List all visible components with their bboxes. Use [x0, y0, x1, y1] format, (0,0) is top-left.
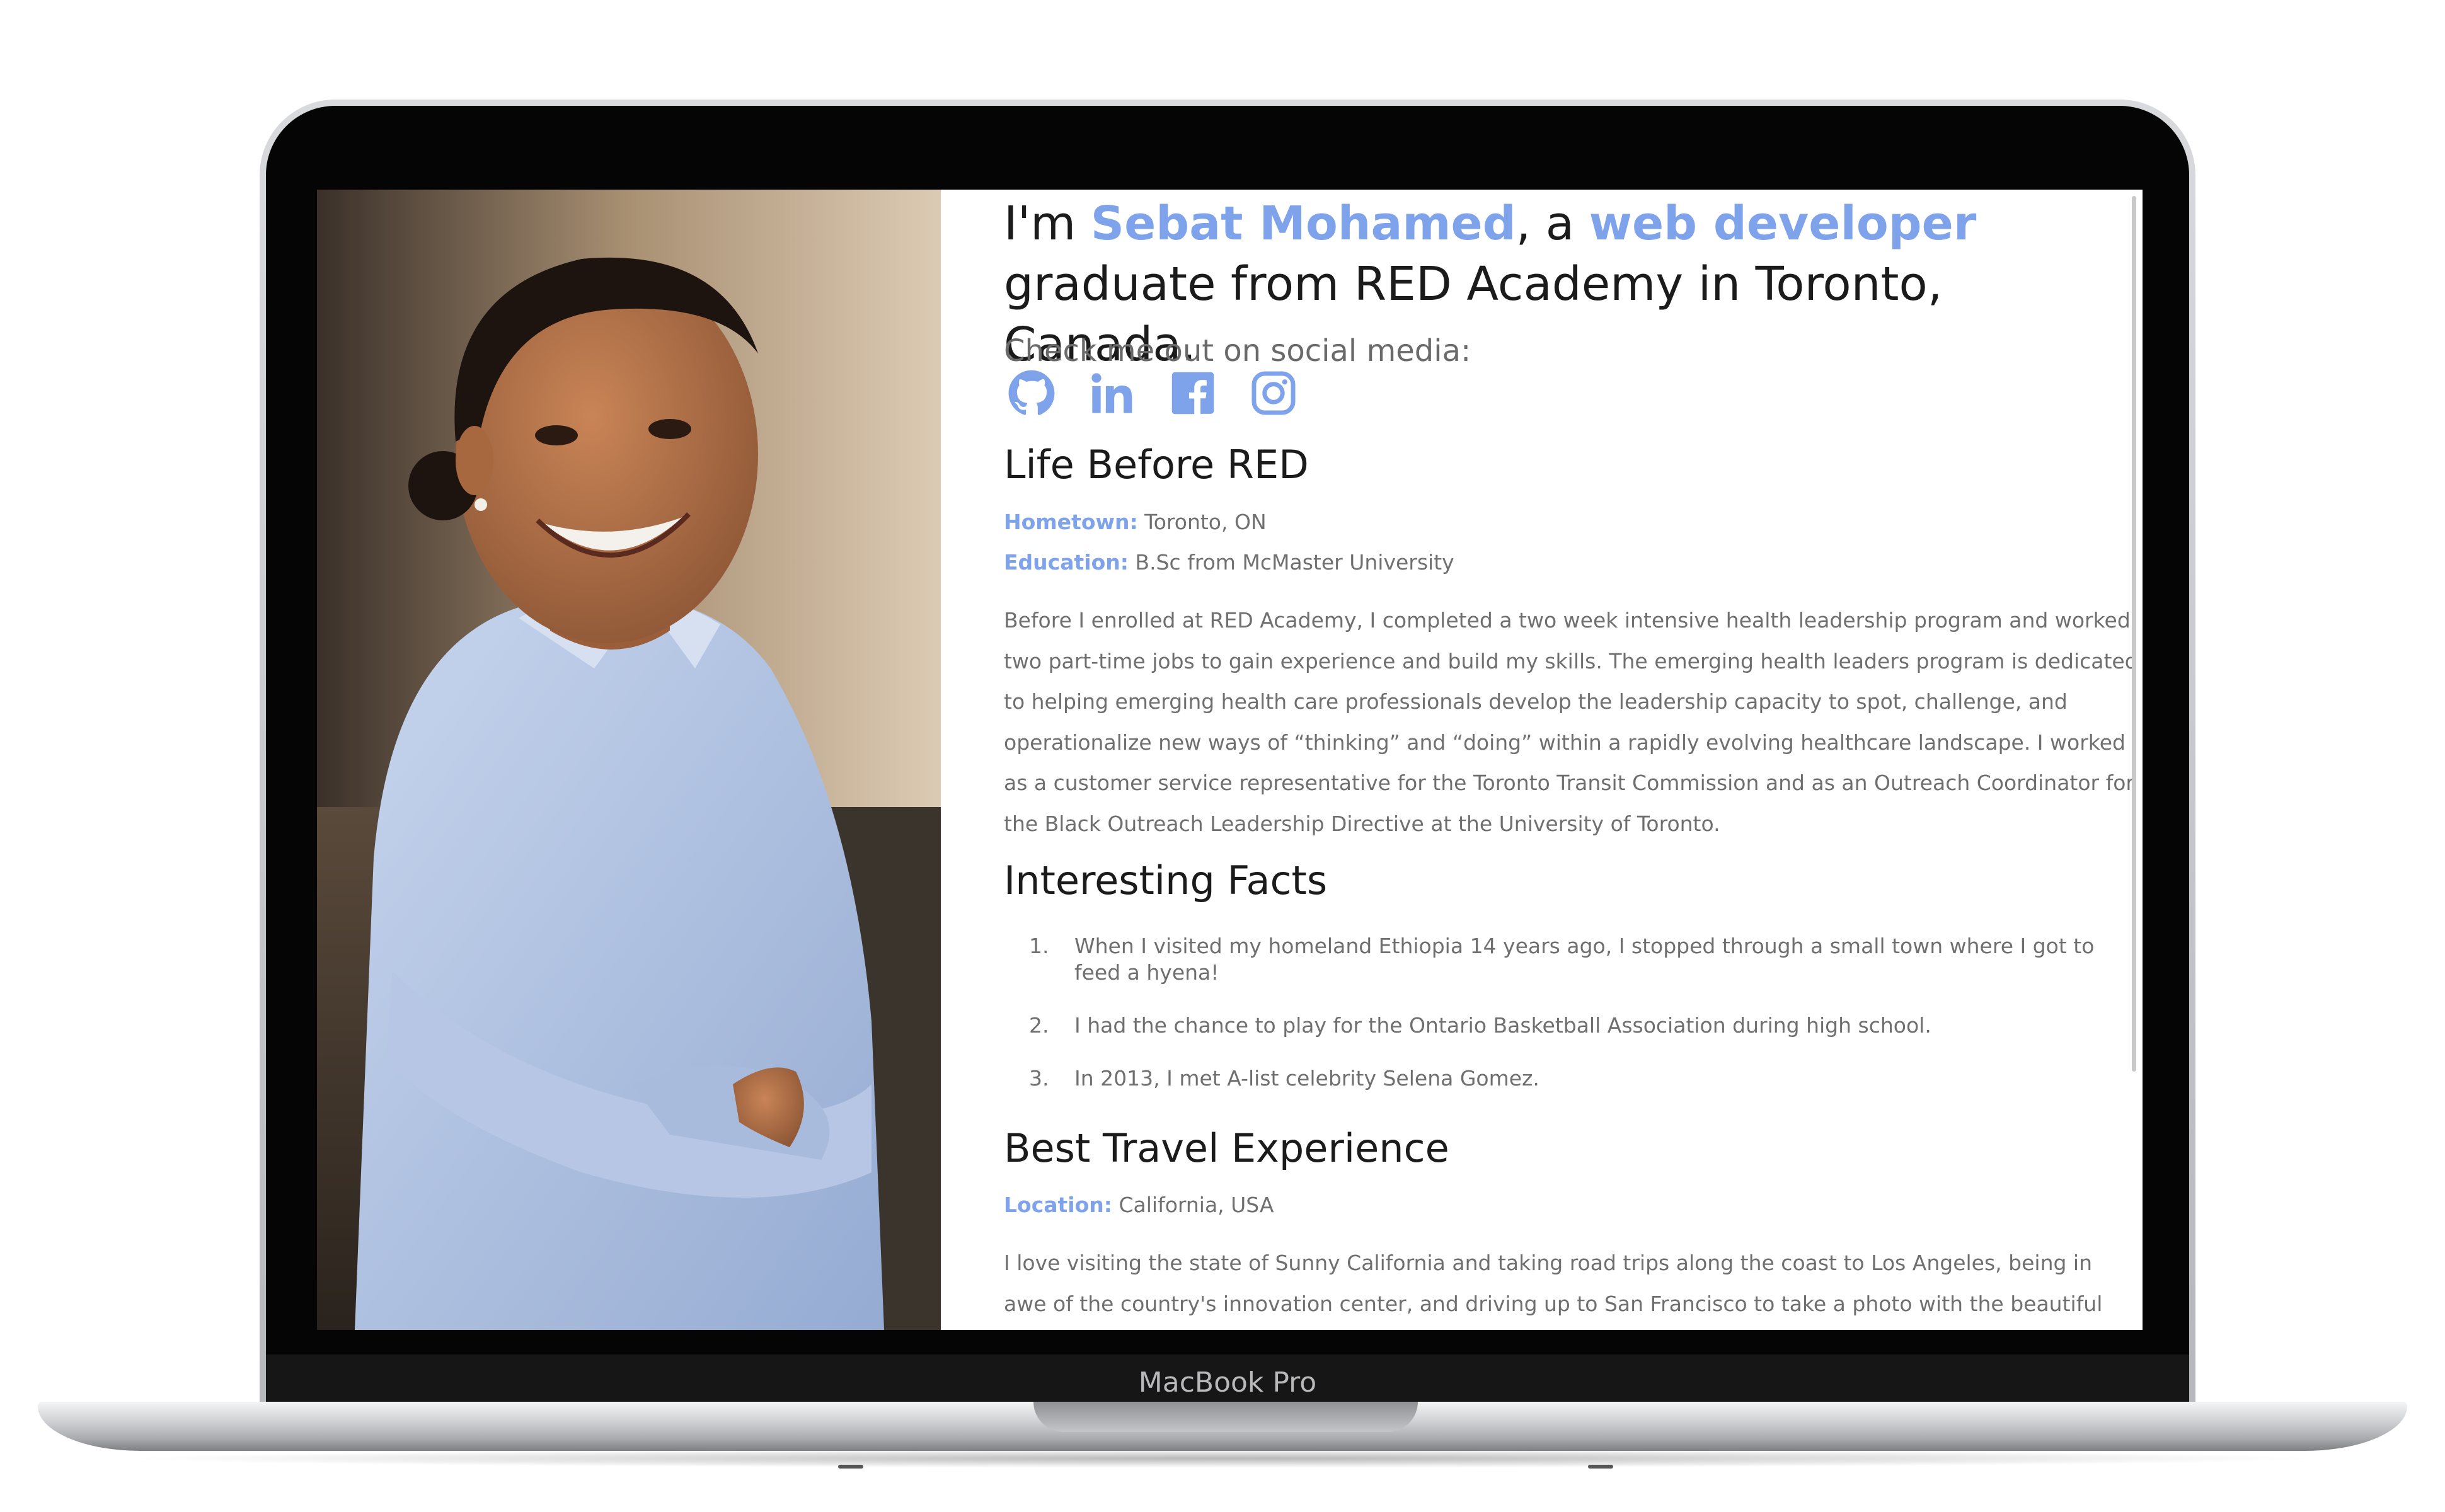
list-item-number: 1.: [1029, 934, 1049, 958]
scrollbar-thumb[interactable]: [2132, 196, 2136, 1072]
list-item-text: In 2013, I met A-list celebrity Selena G…: [1074, 1066, 1539, 1091]
profile-role: web developer: [1589, 197, 1977, 251]
hometown-label: Hometown:: [1004, 510, 1138, 534]
portrait-illustration: [317, 190, 941, 1330]
location-value: California, USA: [1112, 1193, 1274, 1217]
list-item-text: When I visited my homeland Ethiopia 14 y…: [1074, 934, 2095, 985]
education-value: B.Sc from McMaster University: [1128, 550, 1454, 575]
laptop-shadow: [120, 1449, 2325, 1468]
location-row: Location: California, USA: [1004, 1193, 1274, 1217]
list-item: 3. In 2013, I met A-list celebrity Selena…: [1029, 1065, 2100, 1092]
travel-paragraph: I love visiting the state of Sunny Calif…: [1004, 1251, 2103, 1316]
trackpad-notch: [1033, 1402, 1418, 1432]
linkedin-icon[interactable]: [1088, 369, 1136, 417]
facebook-icon[interactable]: [1169, 369, 1217, 417]
location-label: Location:: [1004, 1193, 1112, 1217]
social-links: [1008, 369, 1297, 417]
hometown-row: Hometown: Toronto, ON: [1004, 510, 1267, 534]
laptop-foot: [838, 1465, 863, 1469]
instagram-icon[interactable]: [1250, 369, 1297, 417]
list-item: 1. When I visited my homeland Ethiopia 14…: [1029, 933, 2100, 986]
browser-viewport: I'm Sebat Mohamed, a web developer gradu…: [317, 190, 2143, 1330]
github-icon[interactable]: [1008, 369, 1056, 417]
facts-list: 1. When I visited my homeland Ethiopia 14…: [1029, 933, 2100, 1092]
education-row: Education: B.Sc from McMaster University: [1004, 550, 1454, 575]
list-item-number: 2.: [1029, 1013, 1049, 1038]
intro-mid: , a: [1516, 197, 1589, 251]
life-before-heading: Life Before RED: [1004, 442, 1309, 488]
list-item-number: 3.: [1029, 1066, 1049, 1091]
education-label: Education:: [1004, 550, 1129, 575]
list-item: 2. I had the chance to play for the Ontar…: [1029, 1012, 2100, 1039]
intro-prefix: I'm: [1004, 197, 1091, 251]
facts-heading: Interesting Facts: [1004, 857, 1328, 903]
travel-heading: Best Travel Experience: [1004, 1125, 1449, 1171]
laptop-foot: [1588, 1465, 1613, 1469]
about-content: I'm Sebat Mohamed, a web developer gradu…: [1004, 190, 2138, 1330]
social-caption: Check me out on social media:: [1004, 333, 1471, 369]
hometown-value: Toronto, ON: [1137, 510, 1267, 534]
list-item-text: I had the chance to play for the Ontario…: [1074, 1013, 1931, 1038]
profile-name: Sebat Mohamed: [1090, 197, 1516, 251]
profile-photo: [317, 190, 941, 1330]
device-brand-label: MacBook Pro: [1138, 1366, 1317, 1399]
life-before-paragraph: Before I enrolled at RED Academy, I comp…: [1004, 608, 2138, 836]
